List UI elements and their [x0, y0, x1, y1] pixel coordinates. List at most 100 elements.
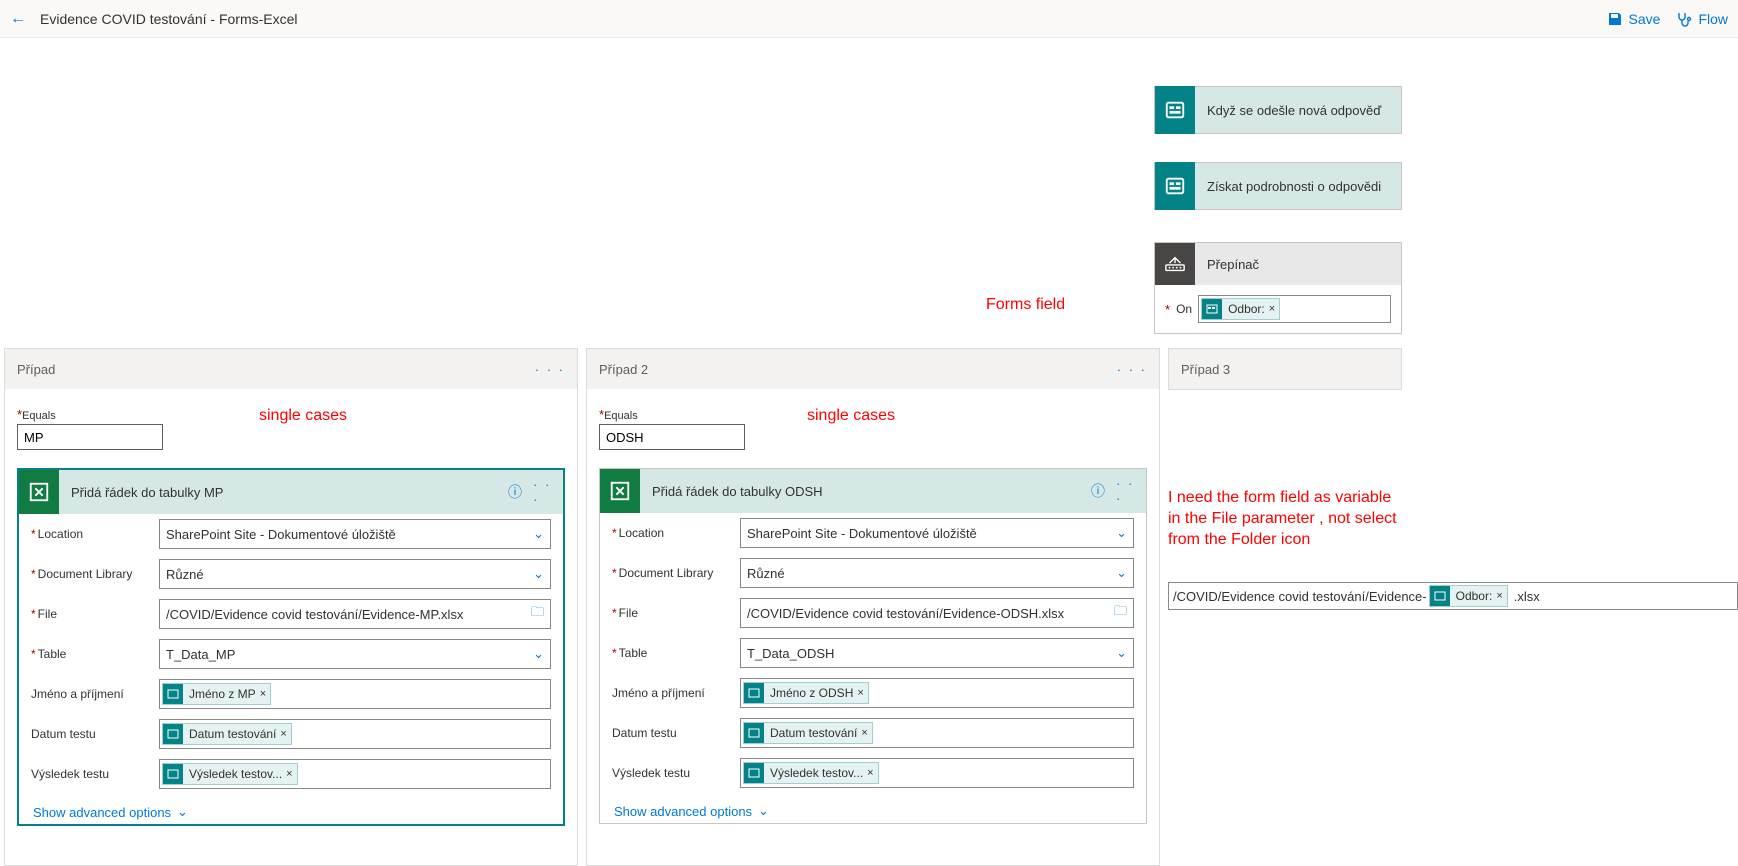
token-odbor[interactable]: Odbor: × — [1201, 298, 1280, 320]
token-remove-icon[interactable]: × — [1496, 590, 1502, 602]
token-label: Výsledek testov... — [770, 766, 863, 780]
file-input[interactable]: /COVID/Evidence covid testování/Evidence… — [740, 598, 1134, 628]
adv-label: Show advanced options — [33, 805, 171, 820]
forms-token-icon — [1430, 586, 1450, 606]
jmeno-label: Jméno a příjmení — [612, 686, 705, 700]
folder-icon[interactable]: 🗀 — [1114, 602, 1127, 624]
doclib-select[interactable]: Různé ⌄ — [740, 558, 1134, 588]
datum-input[interactable]: Datum testování × — [159, 719, 551, 749]
datum-input[interactable]: Datum testování × — [740, 718, 1134, 748]
table-label: Table — [38, 647, 67, 661]
case-1-menu-icon[interactable]: · · · — [535, 362, 565, 377]
required-star: * — [1165, 302, 1170, 317]
case-2-equals-input[interactable] — [599, 424, 745, 450]
location-value: SharePoint Site - Dokumentové úložiště — [747, 526, 977, 541]
token-label: Jméno z ODSH — [770, 686, 853, 700]
folder-icon[interactable]: 🗀 — [531, 603, 544, 625]
help-icon[interactable]: ⓘ — [497, 482, 533, 502]
table-value: T_Data_ODSH — [747, 646, 834, 661]
show-advanced-link[interactable]: Show advanced options ⌄ — [19, 794, 563, 824]
detail-node[interactable]: Získat podrobnosti o odpovědi — [1154, 162, 1402, 210]
flow-checker-button[interactable]: Flow — [1676, 11, 1728, 27]
annotation-forms-field: Forms field — [986, 296, 1065, 314]
back-arrow-icon[interactable]: ← — [10, 10, 26, 28]
switch-icon — [1155, 243, 1195, 285]
switch-node[interactable]: Přepínač * On Odbor: × — [1154, 242, 1402, 334]
annotation-single-cases: single cases — [807, 407, 895, 425]
table-select[interactable]: T_Data_MP ⌄ — [159, 639, 551, 669]
token-odbor-inline[interactable]: Odbor: × — [1429, 585, 1508, 607]
chevron-down-icon: ⌄ — [1116, 525, 1127, 541]
location-label: Location — [38, 527, 83, 541]
location-select[interactable]: SharePoint Site - Dokumentové úložiště ⌄ — [740, 518, 1134, 548]
on-label: On — [1176, 302, 1192, 316]
forms-icon — [1155, 162, 1195, 210]
token-jmeno[interactable]: Jméno z MP × — [162, 683, 271, 705]
token-vysledek[interactable]: Výsledek testov... × — [743, 762, 879, 784]
location-value: SharePoint Site - Dokumentové úložiště — [166, 527, 396, 542]
doclib-value: Různé — [166, 567, 204, 582]
help-icon[interactable]: ⓘ — [1080, 481, 1116, 501]
case-1-equals-input[interactable] — [17, 424, 163, 450]
doclib-value: Různé — [747, 566, 785, 581]
action-1-header[interactable]: Přidá řádek do tabulky MP ⓘ · · · — [19, 470, 563, 514]
action-1-menu-icon[interactable]: · · · — [533, 477, 563, 507]
location-select[interactable]: SharePoint Site - Dokumentové úložiště⌄ — [159, 519, 551, 549]
table-value: T_Data_MP — [166, 647, 235, 662]
token-remove-icon[interactable]: × — [260, 688, 266, 700]
chevron-down-icon: ⌄ — [1116, 565, 1127, 581]
token-remove-icon[interactable]: × — [280, 728, 286, 740]
switch-on-input[interactable]: Odbor: × — [1198, 295, 1391, 323]
case-2-menu-icon[interactable]: · · · — [1117, 362, 1147, 377]
equals-label: Equals — [22, 410, 56, 422]
token-vysledek[interactable]: Výsledek testov... × — [162, 763, 298, 785]
forms-icon — [1155, 86, 1195, 134]
table-select[interactable]: T_Data_ODSH⌄ — [740, 638, 1134, 668]
forms-token-icon — [163, 764, 183, 784]
page-title: Evidence COVID testování - Forms-Excel — [40, 11, 298, 27]
save-label: Save — [1629, 11, 1661, 27]
vysledek-label: Výsledek testu — [31, 767, 109, 781]
token-remove-icon[interactable]: × — [1269, 303, 1275, 315]
token-datum[interactable]: Datum testování × — [743, 722, 873, 744]
vysledek-input[interactable]: Výsledek testov... × — [740, 758, 1134, 788]
file-value: /COVID/Evidence covid testování/Evidence… — [166, 607, 463, 622]
file-suffix: .xlsx — [1514, 589, 1540, 604]
file-label: File — [38, 607, 57, 621]
case-2-header[interactable]: Případ 2 · · · — [587, 349, 1159, 389]
location-label: Location — [619, 526, 664, 540]
save-icon — [1607, 11, 1623, 27]
file-expression-input[interactable]: /COVID/Evidence covid testování/Evidence… — [1168, 582, 1738, 610]
doclib-select[interactable]: Různé⌄ — [159, 559, 551, 589]
token-datum[interactable]: Datum testování × — [162, 723, 292, 745]
chevron-down-icon: ⌄ — [177, 804, 188, 820]
jmeno-label: Jméno a příjmení — [31, 687, 124, 701]
token-remove-icon[interactable]: × — [857, 687, 863, 699]
jmeno-input[interactable]: Jméno z MP × — [159, 679, 551, 709]
token-remove-icon[interactable]: × — [861, 727, 867, 739]
jmeno-input[interactable]: Jméno z ODSH × — [740, 678, 1134, 708]
file-value: /COVID/Evidence covid testování/Evidence… — [747, 606, 1064, 621]
case-3-header[interactable]: Případ 3 — [1169, 349, 1401, 389]
trigger-label: Když se odešle nová odpověď — [1195, 103, 1381, 118]
chevron-down-icon: ⌄ — [533, 646, 544, 662]
action-2-menu-icon[interactable]: · · · — [1116, 476, 1146, 506]
file-input[interactable]: /COVID/Evidence covid testování/Evidence… — [159, 599, 551, 629]
vysledek-input[interactable]: Výsledek testov... × — [159, 759, 551, 789]
forms-token-icon — [163, 724, 183, 744]
annotation-need-variable: I need the form field as variable in the… — [1168, 488, 1408, 550]
token-label: Odbor: — [1456, 589, 1493, 603]
chevron-down-icon: ⌄ — [758, 803, 769, 819]
action-card-1: Přidá řádek do tabulky MP ⓘ · · · *Locat… — [17, 468, 565, 826]
save-button[interactable]: Save — [1607, 11, 1661, 27]
action-2-header[interactable]: Přidá řádek do tabulky ODSH ⓘ · · · — [600, 469, 1146, 513]
annotation-single-cases: single cases — [259, 407, 347, 425]
detail-label: Získat podrobnosti o odpovědi — [1195, 179, 1381, 194]
token-jmeno[interactable]: Jméno z ODSH × — [743, 682, 869, 704]
trigger-node[interactable]: Když se odešle nová odpověď — [1154, 86, 1402, 134]
case-1-header[interactable]: Případ · · · — [5, 349, 577, 389]
token-remove-icon[interactable]: × — [286, 768, 292, 780]
action-card-2: Přidá řádek do tabulky ODSH ⓘ · · · *Loc… — [599, 468, 1147, 824]
token-remove-icon[interactable]: × — [867, 767, 873, 779]
show-advanced-link[interactable]: Show advanced options⌄ — [600, 793, 1146, 823]
